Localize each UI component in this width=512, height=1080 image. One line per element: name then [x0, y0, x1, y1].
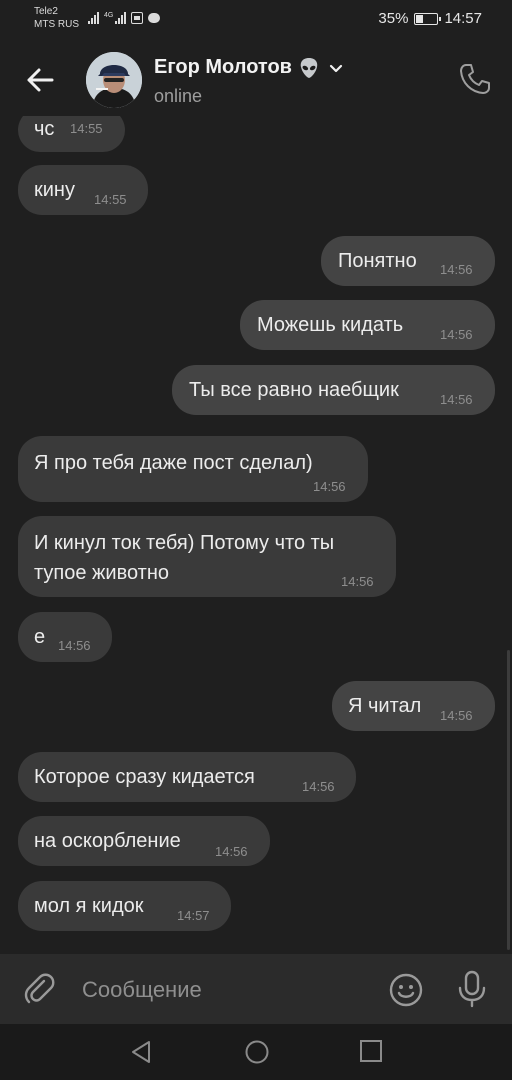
message-text: е: [34, 626, 46, 648]
contact-name-row[interactable]: Егор Молотов: [154, 56, 344, 79]
avatar[interactable]: [86, 52, 142, 108]
status-bar: Tele2 MTS RUS 4G 35% 14:57: [0, 0, 512, 42]
clock: 14:57: [444, 10, 482, 27]
paperclip-icon[interactable]: [22, 972, 56, 1006]
message-time: 14:56: [440, 262, 473, 277]
message-text: на оскорбление: [34, 830, 181, 852]
signal-4g-icon: 4G: [104, 12, 127, 24]
message-text: Ты все равно наебщик: [189, 379, 399, 401]
message-input[interactable]: [80, 970, 374, 1010]
message-bubble-outgoing[interactable]: Понятно 14:56: [321, 236, 495, 286]
nav-recent-apps-icon[interactable]: [358, 1038, 384, 1064]
chat-scrollbar[interactable]: [507, 650, 510, 950]
back-arrow-icon[interactable]: [22, 62, 58, 98]
message-bubble-incoming[interactable]: Я про тебя даже пост сделал) 14:56: [18, 436, 368, 502]
message-time: 14:56: [440, 392, 473, 407]
network-type: 4G: [104, 12, 114, 19]
message-time: 14:56: [341, 574, 374, 589]
nav-home-icon[interactable]: [243, 1038, 271, 1066]
message-time: 14:56: [313, 479, 346, 494]
message-time: 14:57: [177, 908, 210, 923]
message-bubble-incoming[interactable]: И кинул ток тебя) Потому что ты тупое жи…: [18, 516, 396, 597]
message-text: Я про тебя даже пост сделал): [34, 452, 313, 474]
avatar-image: [86, 52, 142, 108]
contact-name: Егор Молотов: [154, 56, 292, 78]
message-notification-icon: [148, 13, 161, 23]
message-text: мол я кидок: [34, 895, 144, 917]
chevron-down-icon[interactable]: [328, 60, 344, 76]
message-time: 14:56: [302, 779, 335, 794]
phone-icon[interactable]: [458, 62, 492, 96]
message-time: 14:56: [58, 638, 91, 653]
message-time: 14:56: [215, 844, 248, 859]
message-text: И кинул ток тебя) Потому что ты: [34, 532, 335, 554]
battery-percent: 35%: [378, 10, 409, 27]
system-nav-bar: [0, 1024, 512, 1080]
message-time: 14:56: [440, 327, 473, 342]
message-bubble-outgoing[interactable]: Можешь кидать 14:56: [240, 300, 495, 350]
message-bubble-incoming[interactable]: на оскорбление 14:56: [18, 816, 270, 866]
message-time: 14:55: [70, 121, 103, 136]
contact-status: online: [154, 86, 203, 106]
carrier-info: Tele2 MTS RUS: [34, 5, 79, 31]
carrier-name-2: MTS RUS: [34, 19, 79, 30]
message-bubble-incoming[interactable]: е 14:56: [18, 612, 112, 662]
message-text: Которое сразу кидается: [34, 766, 255, 788]
status-icons: 4G: [88, 12, 161, 24]
notification-app-icon: [131, 12, 144, 24]
message-list[interactable]: чс 14:55 кину 14:55 Понятно 14:56 Можешь…: [0, 116, 512, 954]
message-text: Можешь кидать: [257, 314, 404, 336]
message-time: 14:55: [94, 192, 127, 207]
message-bubble-incoming[interactable]: Которое сразу кидается 14:56: [18, 752, 356, 802]
message-text: Понятно: [338, 250, 417, 272]
battery-icon: [414, 12, 442, 25]
microphone-icon[interactable]: [456, 970, 488, 1008]
message-bubble-incoming[interactable]: мол я кидок 14:57: [18, 881, 231, 931]
signal-icon: [88, 12, 99, 24]
alien-emoji-icon: [300, 57, 318, 78]
message-composer: [0, 954, 512, 1024]
message-text: кину: [34, 179, 75, 201]
message-time: 14:56: [440, 708, 473, 723]
carrier-name-1: Tele2: [34, 6, 58, 17]
emoji-icon[interactable]: [388, 972, 424, 1008]
message-bubble-incoming[interactable]: кину 14:55: [18, 165, 148, 215]
message-text: Я читал: [348, 695, 422, 717]
message-bubble-outgoing[interactable]: Ты все равно наебщик 14:56: [172, 365, 495, 415]
message-text: чс: [34, 118, 55, 140]
message-bubble-outgoing[interactable]: Я читал 14:56: [332, 681, 495, 731]
nav-back-icon[interactable]: [128, 1038, 156, 1066]
status-right: 35% 14:57: [378, 10, 482, 27]
message-bubble-incoming[interactable]: чс 14:55: [18, 116, 125, 152]
message-text-line2: тупое животно: [34, 562, 169, 584]
chat-header: Егор Молотов online: [0, 42, 512, 116]
